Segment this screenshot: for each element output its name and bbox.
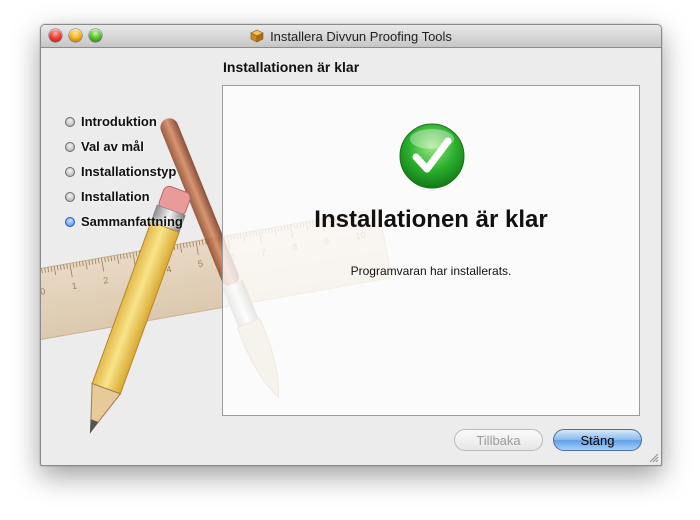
ruler-tick [97, 258, 100, 264]
ruler-tick [88, 259, 91, 265]
ruler-tick [138, 251, 141, 257]
completion-message: Programvaran har installerats. [350, 264, 512, 278]
step-label: Installationstyp [81, 164, 177, 179]
window-title-group: Installera Divvun Proofing Tools [41, 25, 661, 47]
ruler-tick [208, 238, 210, 244]
ruler-tick [56, 265, 59, 271]
step-bullet-icon [65, 116, 75, 127]
ruler-tick [135, 251, 138, 257]
ruler-tick [145, 249, 147, 255]
ruler-tick [69, 263, 73, 278]
ruler-tick [201, 239, 204, 245]
ruler-tick [192, 241, 195, 247]
ruler-number: 0 [41, 286, 46, 297]
ruler-tick [126, 253, 128, 259]
ruler-tick [195, 241, 199, 255]
completion-title: Installationen är klar [314, 206, 548, 233]
ruler-tick [116, 254, 120, 264]
ruler-tick [167, 246, 169, 252]
resize-grip-icon[interactable] [648, 452, 659, 463]
ruler-tick [119, 254, 122, 260]
ruler-tick [91, 259, 94, 265]
ruler-tick [186, 242, 188, 248]
step-bullet-active-icon [65, 216, 75, 227]
ruler-tick [164, 246, 168, 261]
ruler-tick [110, 256, 113, 262]
ruler-tick [66, 263, 68, 269]
ruler-tick [44, 267, 46, 273]
ruler-tick [75, 262, 78, 268]
installer-window: Installera Divvun Proofing Tools 0 1 2 3… [40, 24, 662, 466]
ruler-tick [182, 243, 185, 249]
ruler-tick [176, 244, 179, 250]
step-bullet-icon [65, 166, 75, 177]
ruler-tick [198, 240, 201, 246]
step-label: Sammanfattning [81, 214, 183, 229]
ruler-tick [47, 267, 50, 273]
ruler-number: 5 [197, 258, 204, 269]
ruler-tick [104, 257, 106, 263]
ruler-tick [204, 239, 207, 245]
ruler-number: 3 [134, 269, 141, 280]
ruler-tick [123, 253, 125, 259]
content-pane: Installationen är klar Programvaran har … [222, 85, 640, 416]
step-val-av-mal: Val av mål [65, 134, 183, 159]
ruler-number: 1 [71, 281, 78, 292]
step-label: Val av mål [81, 139, 144, 154]
ruler-tick [85, 260, 88, 270]
ruler-tick [132, 252, 136, 267]
ruler-tick [63, 264, 65, 270]
ruler-number: 2 [103, 275, 110, 286]
ruler-tick [82, 261, 84, 267]
ruler-tick [173, 244, 176, 250]
checkmark-icon [399, 123, 465, 189]
ruler-tick [151, 248, 154, 254]
ruler-tick [154, 248, 157, 254]
ruler-tick [129, 252, 131, 258]
back-button[interactable]: Tillbaka [454, 429, 543, 451]
ruler-tick [148, 249, 151, 259]
ruler-tick [100, 257, 105, 272]
ruler-tick [113, 255, 116, 261]
ruler-tick [170, 245, 172, 251]
ruler-tick [141, 250, 144, 256]
ruler-tick [50, 266, 53, 272]
ruler-tick [53, 266, 57, 276]
ruler-tick [217, 237, 220, 243]
step-label: Installation [81, 189, 150, 204]
ruler-tick [160, 247, 163, 253]
ruler-tick [94, 258, 97, 264]
step-sammanfattning: Sammanfattning [65, 209, 183, 234]
step-bullet-icon [65, 191, 75, 202]
title-bar[interactable]: Installera Divvun Proofing Tools [41, 25, 661, 48]
ruler-tick [78, 261, 81, 267]
ruler-tick [189, 242, 191, 248]
step-installationstyp: Installationstyp [65, 159, 183, 184]
page-heading: Installationen är klar [223, 59, 360, 75]
package-icon [250, 29, 264, 46]
window-title: Installera Divvun Proofing Tools [270, 28, 452, 44]
ruler-number: 4 [166, 264, 173, 275]
close-button[interactable]: Stäng [553, 429, 642, 451]
step-introduktion: Introduktion [65, 109, 183, 134]
ruler-tick [107, 256, 109, 262]
ruler-tick [214, 237, 217, 243]
ruler-tick [211, 238, 214, 248]
ruler-tick [179, 243, 183, 253]
ruler-tick [41, 268, 43, 274]
step-bullet-icon [65, 141, 75, 152]
step-label: Introduktion [81, 114, 157, 129]
ruler-tick [60, 264, 62, 270]
ruler-tick [157, 247, 160, 253]
installer-steps: Introduktion Val av mål Installationstyp… [65, 109, 183, 234]
step-installation: Installation [65, 184, 183, 209]
ruler-tick [72, 262, 75, 268]
